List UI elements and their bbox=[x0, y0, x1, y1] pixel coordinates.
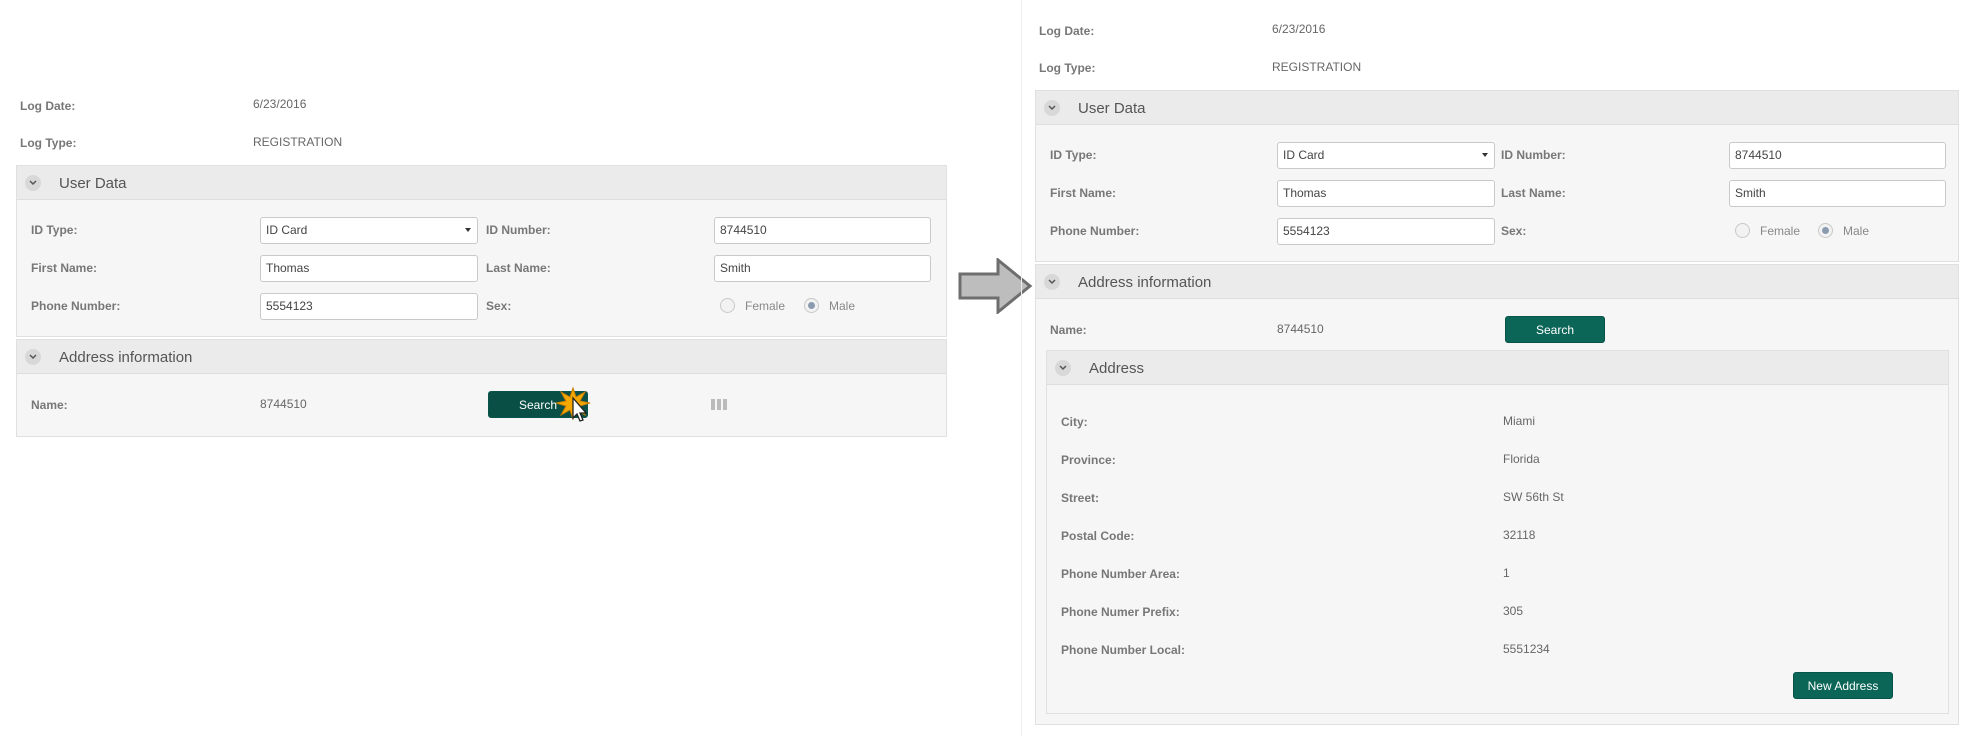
log-date-label: Log Date: bbox=[20, 99, 76, 113]
panel-title: User Data bbox=[1078, 100, 1146, 117]
name-value: 8744510 bbox=[260, 397, 307, 411]
phone-local-value: 5551234 bbox=[1503, 642, 1550, 656]
last-name-field[interactable]: Smith bbox=[714, 255, 931, 282]
address-header[interactable]: Address bbox=[1047, 351, 1948, 385]
phone-area-value: 1 bbox=[1503, 566, 1510, 580]
name-label: Name: bbox=[31, 398, 68, 412]
log-type-label: Log Type: bbox=[1039, 61, 1096, 75]
street-label: Street: bbox=[1061, 491, 1100, 505]
name-value: 8744510 bbox=[1277, 322, 1324, 336]
city-value: Miami bbox=[1503, 414, 1535, 428]
phone-prefix-label: Phone Numer Prefix: bbox=[1061, 605, 1180, 619]
chevron-down-icon[interactable] bbox=[1044, 274, 1060, 290]
phone-number-field[interactable]: 5554123 bbox=[1277, 218, 1495, 245]
street-value: SW 56th St bbox=[1503, 490, 1564, 504]
panel-title: Address information bbox=[59, 349, 193, 366]
id-type-select[interactable]: ID Card bbox=[260, 217, 478, 244]
last-name-label: Last Name: bbox=[486, 261, 551, 275]
province-label: Province: bbox=[1061, 453, 1116, 467]
id-type-select[interactable]: ID Card bbox=[1277, 142, 1495, 169]
first-name-label: First Name: bbox=[1050, 186, 1117, 200]
arrow-right-icon bbox=[958, 258, 1033, 314]
male-radio[interactable] bbox=[804, 298, 819, 313]
postal-code-label: Postal Code: bbox=[1061, 529, 1135, 543]
phone-area-label: Phone Number Area: bbox=[1061, 567, 1180, 581]
click-burst-icon bbox=[555, 386, 591, 422]
search-button[interactable]: Search bbox=[1505, 316, 1605, 343]
last-name-field[interactable]: Smith bbox=[1729, 180, 1946, 207]
chevron-down-icon[interactable] bbox=[1055, 360, 1071, 376]
panel-title: Address information bbox=[1078, 274, 1212, 291]
id-number-label: ID Number: bbox=[1501, 148, 1566, 162]
new-address-button[interactable]: New Address bbox=[1793, 672, 1893, 699]
phone-number-label: Phone Number: bbox=[1050, 224, 1140, 238]
user-data-header[interactable]: User Data bbox=[17, 166, 946, 200]
female-radio[interactable] bbox=[720, 298, 735, 313]
male-radio[interactable] bbox=[1818, 223, 1833, 238]
address-panel: Address City: Miami Province: Florida St… bbox=[1046, 350, 1949, 714]
address-info-header[interactable]: Address information bbox=[1036, 265, 1958, 299]
log-date-value: 6/23/2016 bbox=[253, 97, 307, 111]
user-data-header[interactable]: User Data bbox=[1036, 91, 1958, 125]
address-info-header[interactable]: Address information bbox=[17, 340, 946, 374]
chevron-down-icon[interactable] bbox=[1044, 100, 1060, 116]
chevron-down-icon bbox=[465, 228, 471, 232]
first-name-field[interactable]: Thomas bbox=[1277, 180, 1495, 207]
sex-label: Sex: bbox=[1501, 224, 1527, 238]
divider bbox=[1021, 0, 1022, 736]
city-label: City: bbox=[1061, 415, 1088, 429]
phone-prefix-value: 305 bbox=[1503, 604, 1524, 618]
phone-local-label: Phone Number Local: bbox=[1061, 643, 1186, 657]
sex-label: Sex: bbox=[486, 299, 512, 313]
user-data-panel: User Data ID Type: ID Card ID Number: 87… bbox=[1035, 90, 1959, 262]
chevron-down-icon bbox=[1482, 153, 1488, 157]
name-label: Name: bbox=[1050, 323, 1087, 337]
log-type-value: REGISTRATION bbox=[1272, 60, 1362, 74]
first-name-label: First Name: bbox=[31, 261, 98, 275]
loading-icon bbox=[711, 399, 727, 410]
female-radio-label: Female bbox=[745, 299, 786, 313]
male-radio-label: Male bbox=[1843, 224, 1870, 238]
panel-title: Address bbox=[1089, 360, 1145, 377]
log-date-value: 6/23/2016 bbox=[1272, 22, 1326, 36]
female-radio-label: Female bbox=[1760, 224, 1801, 238]
phone-number-label: Phone Number: bbox=[31, 299, 121, 313]
id-type-label: ID Type: bbox=[31, 223, 78, 237]
province-value: Florida bbox=[1503, 452, 1540, 466]
panel-title: User Data bbox=[59, 175, 127, 192]
female-radio[interactable] bbox=[1735, 223, 1750, 238]
id-number-label: ID Number: bbox=[486, 223, 551, 237]
id-number-field[interactable]: 8744510 bbox=[1729, 142, 1946, 169]
postal-code-value: 32118 bbox=[1503, 528, 1536, 542]
log-date-label: Log Date: bbox=[1039, 24, 1095, 38]
chevron-down-icon[interactable] bbox=[25, 349, 41, 365]
id-type-label: ID Type: bbox=[1050, 148, 1097, 162]
address-info-panel: Address information Name: 8744510 Search bbox=[16, 339, 947, 437]
user-data-panel: User Data ID Type: ID Card ID Number: 87… bbox=[16, 165, 947, 337]
first-name-field[interactable]: Thomas bbox=[260, 255, 478, 282]
male-radio-label: Male bbox=[829, 299, 856, 313]
log-type-label: Log Type: bbox=[20, 136, 77, 150]
last-name-label: Last Name: bbox=[1501, 186, 1566, 200]
log-type-value: REGISTRATION bbox=[253, 135, 343, 149]
id-number-field[interactable]: 8744510 bbox=[714, 217, 931, 244]
address-info-panel: Address information Name: 8744510 Search… bbox=[1035, 264, 1959, 725]
chevron-down-icon[interactable] bbox=[25, 175, 41, 191]
phone-number-field[interactable]: 5554123 bbox=[260, 293, 478, 320]
